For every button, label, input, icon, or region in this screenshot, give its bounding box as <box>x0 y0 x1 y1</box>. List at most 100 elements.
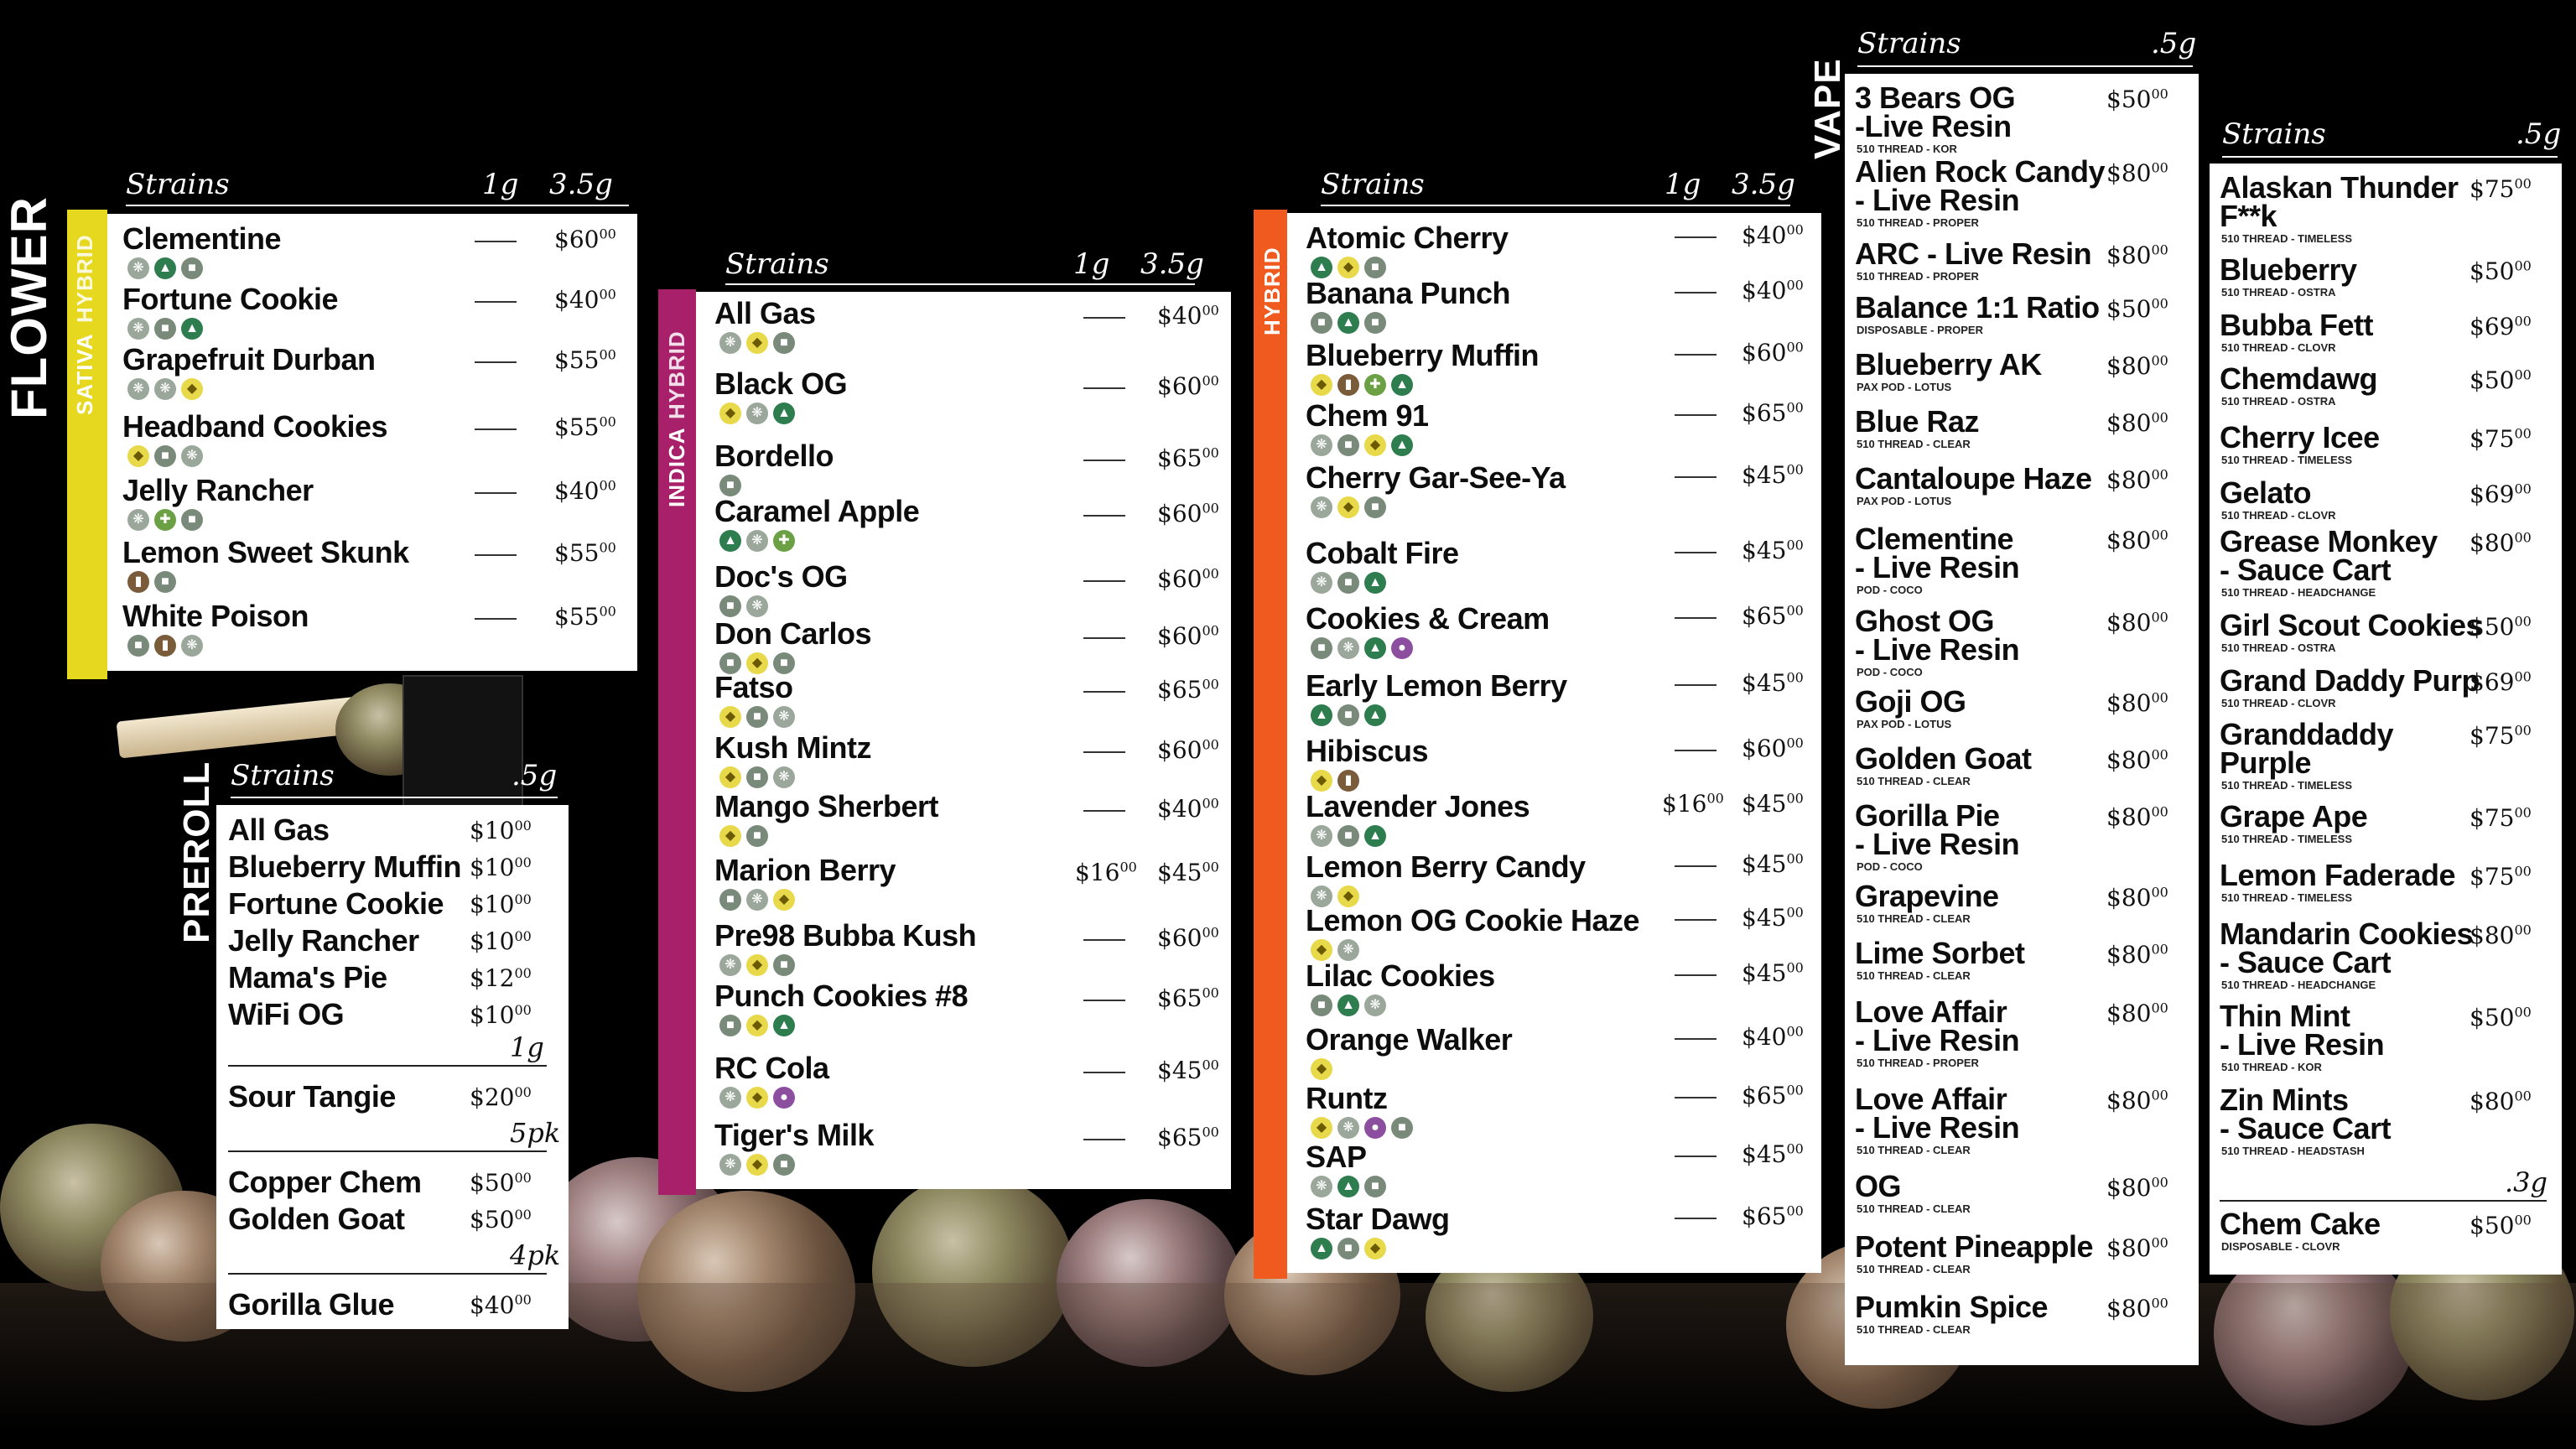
vape-hardware: 510 THREAD - PROPER <box>1857 1057 1979 1069</box>
vape-hardware: 510 THREAD - TIMELESS <box>2221 833 2353 845</box>
vape-hardware: POD - COCO <box>1857 860 1923 873</box>
strain-name: Grapefruit Durban <box>122 342 376 377</box>
no-price-dash <box>1083 1000 1125 1001</box>
indica-header-strains: Strains <box>725 247 829 281</box>
preroll-menu-panel: All Gas $1000 Blueberry Muffin $1000 Fortune… <box>216 805 569 1329</box>
preroll-price: $5000 <box>470 1206 532 1233</box>
vape-name: Alaskan Thunder F**k <box>2220 170 2459 233</box>
tree-icon: ▲ <box>1391 374 1413 396</box>
preroll-price: $1000 <box>470 927 532 955</box>
indica-header-1g: 1g <box>1073 247 1110 281</box>
vape-hardware: 510 THREAD - CLEAR <box>1857 1263 1971 1275</box>
vape-hardware: PAX POD - LOTUS <box>1857 718 1952 730</box>
vape-name: Lemon Faderade <box>2220 858 2456 892</box>
no-price-dash <box>475 301 517 303</box>
vape-price: $8000 <box>2106 1174 2168 1202</box>
vape-hardware: PAX POD - LOTUS <box>1857 495 1952 507</box>
hybrid-icon: ❋ <box>154 378 176 400</box>
grape-icon: ● <box>773 1087 795 1109</box>
sat-icon: ■ <box>1391 1117 1413 1139</box>
no-price-dash <box>1083 637 1125 639</box>
no-price-dash <box>1083 751 1125 753</box>
leaf-icon: ✚ <box>154 509 176 531</box>
vape-price: $8000 <box>2470 1088 2532 1115</box>
leaf-icon: ✚ <box>1364 374 1386 396</box>
strain-name: Cobalt Fire <box>1306 536 1459 570</box>
lemon-icon: ◆ <box>1311 374 1332 396</box>
no-price-dash <box>1675 684 1716 686</box>
price-35g: $6500 <box>1742 1082 1804 1109</box>
sat-icon: ■ <box>1337 1238 1359 1259</box>
no-price-dash <box>1083 317 1125 319</box>
vape-hardware: 510 THREAD - KOR <box>1857 143 1957 155</box>
price-35g: $6000 <box>1157 500 1219 527</box>
hybrid-icon: ❋ <box>773 706 795 728</box>
vape-hardware: 510 THREAD - CLEAR <box>1857 1323 1971 1336</box>
preroll-price: $1000 <box>470 817 532 844</box>
terpene-icons: ❋ ■ ▲ <box>127 318 203 340</box>
vape-price: $5000 <box>2470 613 2532 641</box>
strain-name: Tiger's Milk <box>714 1118 874 1152</box>
leaf-icon: ✚ <box>773 530 795 552</box>
price-35g: $6000 <box>554 226 616 253</box>
price-35g: $6000 <box>1742 735 1804 762</box>
pot-icon: ▮ <box>154 635 176 657</box>
no-price-dash <box>475 428 517 430</box>
no-price-dash <box>1083 691 1125 693</box>
vape-hardware: 510 THREAD - HEADCHANGE <box>2221 979 2376 991</box>
vape-hardware: 510 THREAD - CLEAR <box>1857 912 1971 925</box>
vape-hardware: 510 THREAD - CLOVR <box>2221 341 2336 354</box>
pot-icon: ▮ <box>127 571 149 593</box>
no-price-dash <box>1083 810 1125 812</box>
sat-icon: ■ <box>1311 312 1332 334</box>
sativa-label: SATIVA <box>72 333 97 415</box>
strain-name: Fatso <box>714 670 793 704</box>
terpene-icons: ▲ ■ ▲ <box>1311 704 1386 726</box>
price-1g: $1600 <box>1075 859 1137 886</box>
strain-name: Lemon Sweet Skunk <box>122 535 409 569</box>
vape-name: Grapevine <box>1855 879 1999 913</box>
vape-price: $8000 <box>2106 1000 2168 1027</box>
no-price-dash <box>1675 292 1716 293</box>
strain-name: Early Lemon Berry <box>1306 668 1567 703</box>
price-35g: $4500 <box>1742 1140 1804 1168</box>
hybrid-icon: ❋ <box>746 595 768 617</box>
no-price-dash <box>1675 919 1716 921</box>
price-35g: $4500 <box>1157 859 1219 886</box>
price-35g: $6000 <box>1742 339 1804 366</box>
no-price-dash <box>1675 354 1716 356</box>
vape-section-label: VAPE <box>1807 58 1848 159</box>
vape-price: $5000 <box>2470 257 2532 285</box>
sat-icon: ■ <box>154 318 176 340</box>
vape-hardware: 510 THREAD - HEADCHANGE <box>2221 586 2376 599</box>
vape-price: $5000 <box>2470 366 2532 394</box>
hybrid-icon: ❋ <box>1311 434 1332 456</box>
vape1-header-col: .5g <box>2151 27 2197 60</box>
terpene-icons: ❋ ◆ ■ <box>719 1154 795 1176</box>
vape-hardware: 510 THREAD - OSTRA <box>2221 286 2336 299</box>
lemon-icon: ◆ <box>127 445 149 467</box>
hybrid-header-1g: 1g <box>1665 168 1701 201</box>
vape-size-label: .3g <box>2505 1166 2548 1198</box>
preroll-size-label: 1g <box>510 1031 544 1063</box>
strain-name: Runtz <box>1306 1081 1388 1115</box>
vape-name: Gorilla Pie - Live Resin <box>1855 798 2020 861</box>
hybrid-icon: ❋ <box>719 954 741 976</box>
vape-hardware: 510 THREAD - HEADSTASH <box>2221 1145 2365 1157</box>
vape-price: $6900 <box>2470 313 2532 340</box>
sat-icon: ■ <box>1337 572 1359 594</box>
terpene-icons: ◆ ▮ ✚ ▲ <box>1311 374 1413 396</box>
preroll-price: $5000 <box>470 1169 532 1197</box>
vape-hardware: 510 THREAD - CLOVR <box>2221 697 2336 709</box>
price-35g: $6500 <box>1742 602 1804 630</box>
vape-price: $8000 <box>2106 609 2168 636</box>
vape-name: Pumkin Spice <box>1855 1290 2049 1324</box>
price-35g: $4500 <box>1157 1057 1219 1084</box>
hybrid-icon: ❋ <box>719 1087 741 1109</box>
hybrid-icon: ❋ <box>127 378 149 400</box>
hybrid-icon: ❋ <box>181 445 203 467</box>
vape-hardware: 510 THREAD - TIMELESS <box>2221 779 2353 792</box>
strain-name: Headband Cookies <box>122 409 388 444</box>
vape-price: $8000 <box>2106 941 2168 969</box>
hybrid-icon: ❋ <box>181 635 203 657</box>
